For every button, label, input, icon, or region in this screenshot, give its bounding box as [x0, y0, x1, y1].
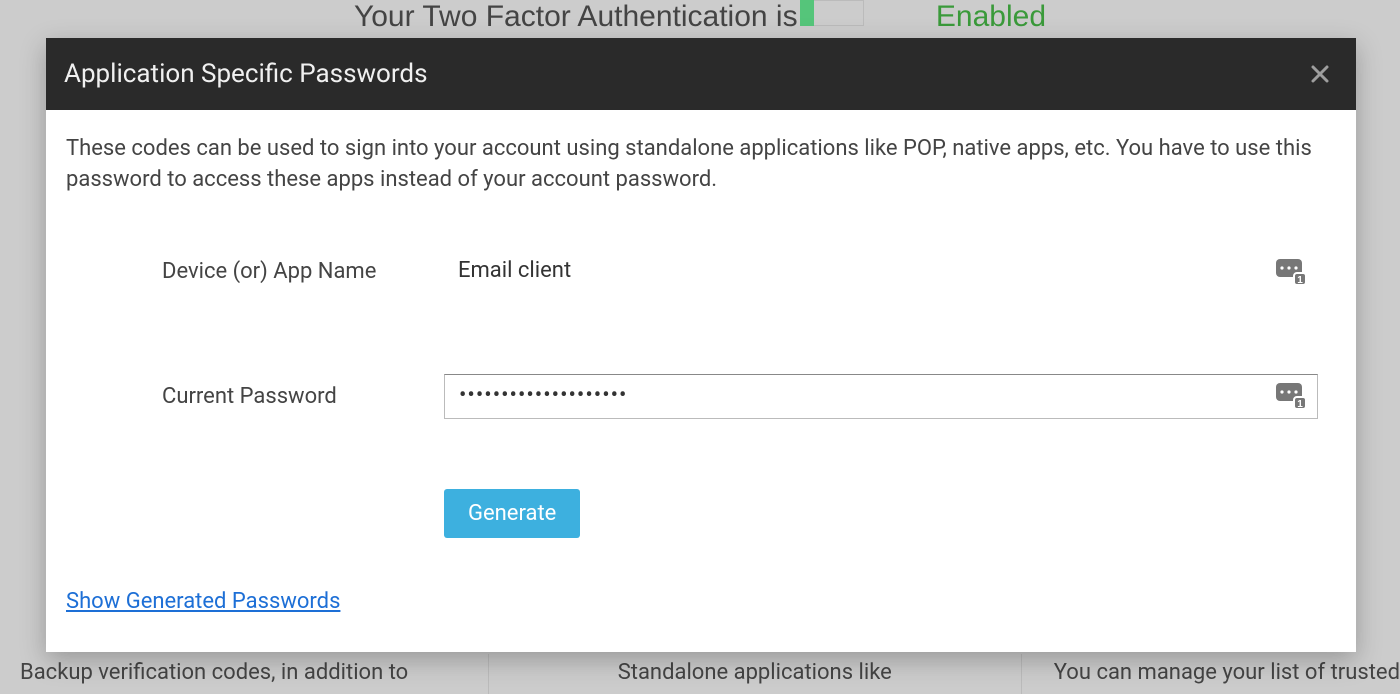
current-password-input[interactable] — [444, 374, 1318, 419]
status-box-outline — [814, 0, 864, 26]
modal-header: Application Specific Passwords — [46, 38, 1356, 110]
current-password-label: Current Password — [162, 384, 444, 409]
device-name-label: Device (or) App Name — [162, 259, 444, 284]
background-col-1: Backup verification codes, in addition t… — [0, 654, 488, 694]
svg-text:1: 1 — [1297, 399, 1303, 409]
modal-description: These codes can be used to sign into you… — [66, 134, 1336, 196]
close-icon — [1310, 64, 1330, 84]
device-name-row: Device (or) App Name 1 — [162, 250, 1336, 294]
password-manager-icon[interactable]: 1 — [1276, 259, 1306, 285]
show-generated-passwords-link[interactable]: Show Generated Passwords — [66, 589, 340, 614]
background-col-3: You can manage your list of trusted — [1021, 654, 1400, 694]
link-row: Show Generated Passwords — [66, 589, 340, 614]
password-manager-icon[interactable]: 1 — [1276, 383, 1306, 409]
background-status: Enabled — [936, 0, 1046, 33]
status-indicator-icon — [800, 0, 814, 26]
background-heading: Your Two Factor Authentication is Enable… — [0, 0, 1400, 34]
device-name-input[interactable] — [444, 250, 1318, 294]
current-password-field-wrap: 1 — [444, 374, 1336, 419]
modal-body: These codes can be used to sign into you… — [46, 110, 1356, 538]
close-button[interactable] — [1304, 58, 1336, 90]
app-passwords-modal: Application Specific Passwords These cod… — [46, 38, 1356, 652]
background-col-2: Standalone applications like — [488, 654, 1021, 694]
svg-text:1: 1 — [1297, 275, 1303, 285]
device-name-field-wrap: 1 — [444, 250, 1336, 294]
background-heading-text: Your Two Factor Authentication is — [354, 0, 798, 33]
modal-title: Application Specific Passwords — [64, 59, 428, 89]
form: Device (or) App Name 1 Current Password — [66, 250, 1336, 419]
button-row: Generate — [66, 489, 1336, 538]
current-password-row: Current Password 1 — [162, 374, 1336, 419]
background-columns: Backup verification codes, in addition t… — [0, 654, 1400, 694]
generate-button[interactable]: Generate — [444, 489, 580, 538]
